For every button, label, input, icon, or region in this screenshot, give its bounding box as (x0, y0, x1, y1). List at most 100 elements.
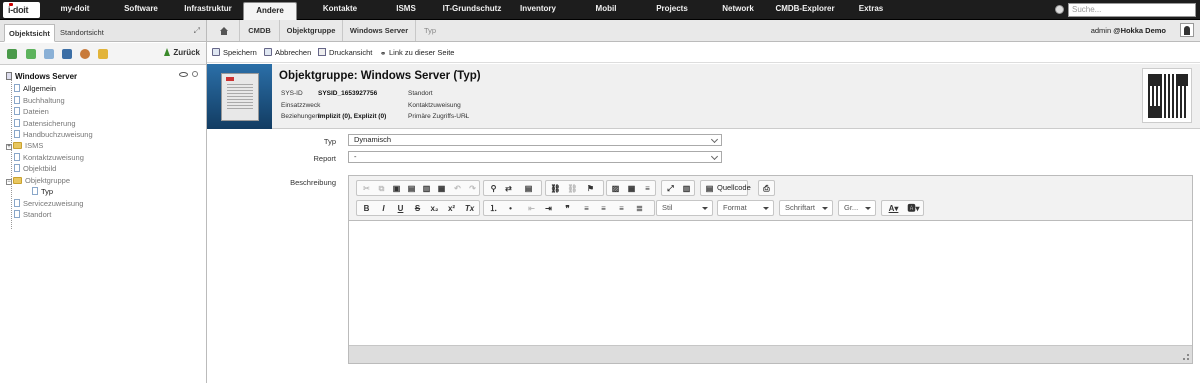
font-dropdown[interactable]: Schriftart (779, 200, 833, 216)
undo-icon[interactable]: ↶ (451, 182, 464, 195)
search-input[interactable]: Suche... (1068, 3, 1196, 17)
typ-select[interactable]: Dynamisch (348, 134, 722, 146)
source-button[interactable]: ▤ Quellcode (700, 180, 751, 196)
tree-item-typ[interactable]: Typ (32, 186, 53, 197)
tab-standortsicht[interactable]: Standortsicht (56, 24, 108, 42)
search-icon[interactable] (192, 71, 198, 77)
align-right-icon[interactable]: ≡ (615, 202, 628, 215)
breadcrumb-objektgruppe[interactable]: Objektgruppe (280, 20, 343, 41)
bold-icon[interactable]: B (360, 202, 373, 215)
blockquote-icon[interactable]: ❞ (561, 202, 574, 215)
cut-icon[interactable]: ✂ (360, 182, 373, 195)
paste-text-icon[interactable]: ▤ (405, 182, 418, 195)
nav-software[interactable]: Software (119, 0, 163, 20)
nav-inventory[interactable]: Inventory (517, 0, 559, 20)
breadcrumb-windows-server[interactable]: Windows Server (343, 20, 416, 41)
editor-content[interactable] (349, 222, 1192, 345)
cancel-button[interactable]: Abbrechen (264, 43, 311, 63)
style-dropdown[interactable]: Stil (656, 200, 713, 216)
indent-icon[interactable]: ⇥ (542, 202, 555, 215)
paste-special-icon[interactable]: ▦ (435, 182, 448, 195)
tree-item-objektgruppe[interactable]: − Objektgruppe (6, 175, 70, 186)
idoit-logo[interactable]: i-doit (3, 2, 40, 18)
expand-plus-icon[interactable]: + (6, 144, 12, 150)
nav-kontakte[interactable]: Kontakte (318, 0, 362, 20)
align-left-icon[interactable]: ≡ (580, 202, 593, 215)
list-icon[interactable] (44, 49, 54, 59)
lock-icon[interactable] (98, 49, 108, 59)
nav-it-grundschutz[interactable]: IT-Grundschutz (442, 0, 502, 20)
user-info[interactable]: admin @Hokka Demo (1091, 20, 1166, 41)
anchor-icon[interactable]: ⚑ (584, 182, 597, 195)
tree-item-objektbild[interactable]: Objektbild (14, 163, 56, 174)
table-icon[interactable]: ▦ (625, 182, 638, 195)
superscript-icon[interactable]: x² (445, 202, 458, 215)
strikethrough-icon[interactable]: S (411, 202, 424, 215)
replace-icon[interactable]: ⇄ (502, 182, 515, 195)
show-blocks-icon[interactable]: ▥ (680, 182, 693, 195)
tree-item-allgemein[interactable]: Allgemein (14, 83, 56, 94)
tree-root[interactable]: Windows Server (6, 71, 77, 82)
redo-icon[interactable]: ↷ (466, 182, 479, 195)
home-button[interactable] (207, 20, 240, 41)
paste-word-icon[interactable]: ▥ (420, 182, 433, 195)
expand-icon[interactable]: ⤢ (194, 26, 200, 36)
resize-grip-icon[interactable] (1183, 354, 1189, 360)
subscript-icon[interactable]: x₂ (428, 202, 441, 215)
format-dropdown[interactable]: Format (717, 200, 774, 216)
nav-extras[interactable]: Extras (855, 0, 887, 20)
tree-item-servicezuweisung[interactable]: Servicezuweisung (14, 198, 83, 209)
underline-icon[interactable]: U (394, 202, 407, 215)
avatar[interactable] (1180, 23, 1194, 37)
breadcrumb-cmdb[interactable]: CMDB (240, 20, 280, 41)
print-editor-button[interactable]: ⎙ (758, 180, 775, 196)
numbered-list-icon[interactable]: ⒈ (487, 202, 500, 215)
eye-icon[interactable] (179, 72, 188, 77)
nav-cmdb-explorer[interactable]: CMDB-Explorer (775, 0, 835, 20)
copy-icon[interactable]: ⧉ (375, 182, 388, 195)
tree-item-dateien[interactable]: Dateien (14, 106, 49, 117)
outdent-icon[interactable]: ⇤ (525, 202, 538, 215)
tab-objektsicht[interactable]: Objektsicht (4, 24, 55, 42)
italic-icon[interactable]: I (377, 202, 390, 215)
select-all-icon[interactable]: ▤ (522, 182, 535, 195)
bullet-list-icon[interactable]: • (504, 202, 517, 215)
link-button[interactable]: ⚭ Link zu dieser Seite (380, 43, 454, 63)
tree-item-isms[interactable]: + ISMS (6, 140, 43, 151)
nav-isms[interactable]: ISMS (392, 0, 420, 20)
qr-code[interactable] (1142, 68, 1192, 123)
back-button[interactable]: Zurück (164, 48, 200, 57)
tree-item-standort[interactable]: Standort (14, 209, 51, 220)
align-center-icon[interactable]: ≡ (597, 202, 610, 215)
report-select[interactable]: - (348, 151, 722, 163)
maximize-icon[interactable]: ⤢ (664, 182, 677, 195)
bg-color-icon[interactable]: 🅰▾ (904, 202, 923, 215)
tree-item-handbuchzuweisung[interactable]: Handbuchzuweisung (14, 129, 93, 140)
save-button[interactable]: Speichern (212, 43, 257, 63)
find-icon[interactable]: ⚲ (487, 182, 500, 195)
unlink-icon[interactable]: ⛓ (566, 182, 579, 195)
monitor-icon[interactable] (62, 49, 72, 59)
tree-item-kontaktzuweisung[interactable]: Kontaktzuweisung (14, 152, 84, 163)
nav-mobil[interactable]: Mobil (591, 0, 621, 20)
image-icon[interactable]: ▨ (609, 182, 622, 195)
tree-item-datensicherung[interactable]: Datensicherung (14, 118, 76, 129)
nav-andere[interactable]: Andere (243, 2, 297, 20)
expand-tree-icon[interactable] (26, 49, 36, 59)
tree-icon[interactable] (7, 49, 17, 59)
nav-my-doit[interactable]: my-doit (54, 0, 96, 20)
nav-infrastruktur[interactable]: Infrastruktur (180, 0, 236, 20)
collapse-minus-icon[interactable]: − (6, 179, 12, 185)
size-dropdown[interactable]: Gr... (838, 200, 876, 216)
print-button[interactable]: Druckansicht (318, 43, 372, 63)
tree-item-buchhaltung[interactable]: Buchhaltung (14, 95, 65, 106)
horizontal-line-icon[interactable]: ≡ (641, 182, 654, 195)
justify-icon[interactable]: ≣ (633, 202, 646, 215)
remove-format-icon[interactable]: Tx (463, 202, 476, 215)
paste-icon[interactable]: ▣ (390, 182, 403, 195)
text-color-icon[interactable]: A▾ (884, 202, 903, 215)
globe-icon[interactable] (1055, 5, 1064, 14)
nav-network[interactable]: Network (719, 0, 757, 20)
link-icon[interactable]: ⛓ (549, 182, 562, 195)
nav-projects[interactable]: Projects (653, 0, 691, 20)
